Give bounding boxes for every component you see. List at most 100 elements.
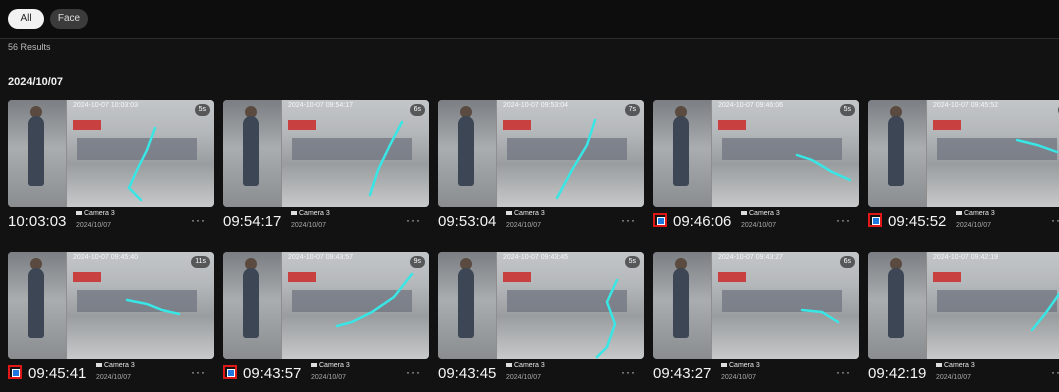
movement-trail bbox=[800, 308, 840, 324]
more-options-button[interactable]: ··· bbox=[1051, 365, 1059, 379]
result-card[interactable]: 2024-10-07 09:54:17 6s 09:54:17 Camera 3… bbox=[223, 100, 429, 240]
filter-all-button[interactable]: All bbox=[8, 9, 44, 29]
check-icon bbox=[227, 369, 235, 377]
more-options-button[interactable]: ··· bbox=[191, 213, 206, 227]
camera-name: Camera 3 bbox=[514, 362, 545, 369]
person-figure bbox=[243, 116, 259, 186]
result-card[interactable]: 2024-10-07 09:43:45 5s 09:43:45 Camera 3… bbox=[438, 252, 644, 392]
duration-badge: 11s bbox=[191, 256, 210, 268]
result-card[interactable]: 2024-10-07 09:43:57 9s 09:43:57 Camera 3… bbox=[223, 252, 429, 392]
more-options-button[interactable]: ··· bbox=[191, 365, 206, 379]
person-crop-image bbox=[868, 252, 926, 359]
person-crop-image bbox=[8, 252, 66, 359]
clip-thumbnail[interactable]: 2024-10-07 10:03:03 5s bbox=[8, 100, 214, 207]
duration-badge: 9s bbox=[409, 256, 425, 268]
camera-label: Camera 3 bbox=[291, 210, 330, 217]
result-card[interactable]: 2024-10-07 09:43:27 6s 09:43:27 Camera 3… bbox=[653, 252, 859, 392]
duration-badge: 5s bbox=[839, 104, 855, 116]
check-icon bbox=[872, 217, 880, 225]
camera-label: Camera 3 bbox=[76, 210, 115, 217]
camera-icon bbox=[721, 363, 727, 368]
camera-label: Camera 3 bbox=[721, 362, 760, 369]
result-card[interactable]: 2024-10-07 09:53:04 7s 09:53:04 Camera 3… bbox=[438, 100, 644, 240]
person-crop-image bbox=[653, 100, 711, 207]
result-card[interactable]: 2024-10-07 09:45:52 2 09:45:52 Camera 3 … bbox=[868, 100, 1059, 240]
scene-image: 2024-10-07 09:46:06 bbox=[712, 100, 859, 207]
camera-icon bbox=[741, 211, 747, 216]
clip-thumbnail[interactable]: 2024-10-07 09:43:57 9s bbox=[223, 252, 429, 359]
more-options-button[interactable]: ··· bbox=[836, 213, 851, 227]
filter-face-button[interactable]: Face bbox=[50, 9, 88, 29]
camera-label: Camera 3 bbox=[741, 210, 780, 217]
duration-badge: 5s bbox=[194, 104, 210, 116]
clip-time: 09:54:17 bbox=[223, 213, 282, 230]
select-checkbox[interactable] bbox=[868, 213, 882, 227]
clip-time: 09:45:41 bbox=[28, 365, 87, 382]
camera-icon bbox=[506, 363, 512, 368]
camera-icon bbox=[956, 211, 962, 216]
camera-icon bbox=[291, 211, 297, 216]
more-options-button[interactable]: ··· bbox=[1051, 213, 1059, 227]
clip-date: 2024/10/07 bbox=[936, 374, 972, 381]
clip-time: 09:45:52 bbox=[888, 213, 947, 230]
select-checkbox[interactable] bbox=[653, 213, 667, 227]
movement-trail bbox=[555, 118, 597, 200]
clip-thumbnail[interactable]: 2024-10-07 09:45:52 2 bbox=[868, 100, 1059, 207]
clip-time: 09:43:27 bbox=[653, 365, 712, 382]
clip-time: 10:03:03 bbox=[8, 213, 67, 230]
camera-label: Camera 3 bbox=[956, 210, 995, 217]
clip-thumbnail[interactable]: 2024-10-07 09:43:27 6s bbox=[653, 252, 859, 359]
person-crop-image bbox=[438, 100, 496, 207]
results-count: 56 Results bbox=[8, 42, 51, 52]
camera-name: Camera 3 bbox=[299, 210, 330, 217]
person-figure bbox=[888, 268, 904, 338]
duration-badge: 7s bbox=[624, 104, 640, 116]
result-card[interactable]: 2024-10-07 10:03:03 5s 10:03:03 Camera 3… bbox=[8, 100, 214, 240]
result-card[interactable]: 2024-10-07 09:45:40 11s 09:45:41 Camera … bbox=[8, 252, 214, 392]
result-card[interactable]: 2024-10-07 09:46:06 5s 09:46:06 Camera 3… bbox=[653, 100, 859, 240]
clip-thumbnail[interactable]: 2024-10-07 09:54:17 6s bbox=[223, 100, 429, 207]
clip-thumbnail[interactable]: 2024-10-07 09:45:40 11s bbox=[8, 252, 214, 359]
scene-image: 2024-10-07 09:54:17 bbox=[282, 100, 429, 207]
result-card[interactable]: 2024-10-07 09:42:19 09:42:19 Camera 3 20… bbox=[868, 252, 1059, 392]
duration-badge: 5s bbox=[624, 256, 640, 268]
person-figure bbox=[458, 116, 474, 186]
camera-icon bbox=[96, 363, 102, 368]
select-checkbox[interactable] bbox=[223, 365, 237, 379]
person-crop-image bbox=[438, 252, 496, 359]
camera-name: Camera 3 bbox=[514, 210, 545, 217]
person-figure bbox=[28, 116, 44, 186]
camera-name: Camera 3 bbox=[964, 210, 995, 217]
camera-label: Camera 3 bbox=[506, 362, 545, 369]
camera-name: Camera 3 bbox=[749, 210, 780, 217]
movement-trail bbox=[1015, 138, 1059, 154]
camera-name: Camera 3 bbox=[319, 362, 350, 369]
movement-trail bbox=[368, 120, 404, 197]
select-checkbox[interactable] bbox=[8, 365, 22, 379]
person-crop-image bbox=[223, 100, 281, 207]
clip-date: 2024/10/07 bbox=[291, 222, 327, 229]
camera-name: Camera 3 bbox=[729, 362, 760, 369]
scene-image: 2024-10-07 10:03:03 bbox=[67, 100, 214, 207]
clip-date: 2024/10/07 bbox=[741, 222, 777, 229]
clip-date: 2024/10/07 bbox=[96, 374, 132, 381]
divider bbox=[0, 38, 1059, 39]
clip-time: 09:43:57 bbox=[243, 365, 302, 382]
clip-thumbnail[interactable]: 2024-10-07 09:43:45 5s bbox=[438, 252, 644, 359]
more-options-button[interactable]: ··· bbox=[406, 213, 421, 227]
more-options-button[interactable]: ··· bbox=[621, 213, 636, 227]
clip-thumbnail[interactable]: 2024-10-07 09:46:06 5s bbox=[653, 100, 859, 207]
movement-trail bbox=[335, 272, 414, 328]
scene-image: 2024-10-07 09:43:57 bbox=[282, 252, 429, 359]
scene-image: 2024-10-07 09:43:45 bbox=[497, 252, 644, 359]
clip-thumbnail[interactable]: 2024-10-07 09:42:19 bbox=[868, 252, 1059, 359]
movement-trail bbox=[127, 126, 157, 202]
more-options-button[interactable]: ··· bbox=[836, 365, 851, 379]
clip-thumbnail[interactable]: 2024-10-07 09:53:04 7s bbox=[438, 100, 644, 207]
camera-icon bbox=[76, 211, 82, 216]
scene-image: 2024-10-07 09:42:19 bbox=[927, 252, 1059, 359]
movement-trail bbox=[795, 153, 852, 182]
more-options-button[interactable]: ··· bbox=[621, 365, 636, 379]
more-options-button[interactable]: ··· bbox=[406, 365, 421, 379]
person-figure bbox=[28, 268, 44, 338]
